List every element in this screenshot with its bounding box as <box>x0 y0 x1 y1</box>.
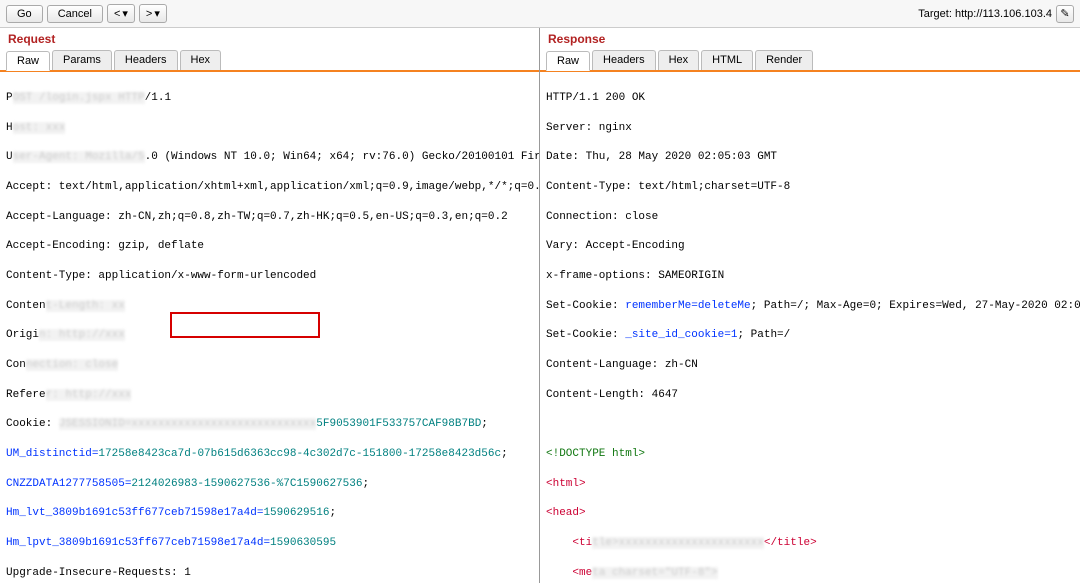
cancel-button[interactable]: Cancel <box>47 5 103 23</box>
dropdown-icon: ▾ <box>154 7 160 20</box>
pencil-icon: ✎ <box>1060 7 1069 20</box>
request-title: Request <box>0 28 539 50</box>
tab-params[interactable]: Params <box>52 50 112 70</box>
response-content[interactable]: HTTP/1.1 200 OK Server: nginx Date: Thu,… <box>540 72 1080 583</box>
request-tabs: Raw Params Headers Hex <box>0 50 539 72</box>
response-title: Response <box>540 28 1080 50</box>
chevron-right-icon: > <box>146 8 152 20</box>
toolbar: Go Cancel < ▾ > ▾ Target: http://113.106… <box>0 0 1080 28</box>
tab-hex[interactable]: Hex <box>180 50 222 70</box>
request-content[interactable]: POST /login.jspx HTTP/1.1 Host: xxx User… <box>0 72 539 583</box>
tab-render[interactable]: Render <box>755 50 813 70</box>
dropdown-icon: ▾ <box>122 7 128 20</box>
go-button[interactable]: Go <box>6 5 43 23</box>
response-panel: Response Raw Headers Hex HTML Render HTT… <box>540 28 1080 583</box>
prev-button[interactable]: < ▾ <box>107 4 135 23</box>
tab-hex[interactable]: Hex <box>658 50 700 70</box>
request-panel: Request Raw Params Headers Hex POST /log… <box>0 28 540 583</box>
tab-headers[interactable]: Headers <box>592 50 656 70</box>
response-tabs: Raw Headers Hex HTML Render <box>540 50 1080 72</box>
target-settings-button[interactable]: ✎ <box>1056 5 1074 23</box>
tab-headers[interactable]: Headers <box>114 50 178 70</box>
tab-raw[interactable]: Raw <box>546 51 590 71</box>
next-button[interactable]: > ▾ <box>139 4 167 23</box>
tab-html[interactable]: HTML <box>701 50 753 70</box>
target-label: Target: http://113.106.103.4 <box>918 8 1052 20</box>
tab-raw[interactable]: Raw <box>6 51 50 71</box>
chevron-left-icon: < <box>114 8 120 20</box>
